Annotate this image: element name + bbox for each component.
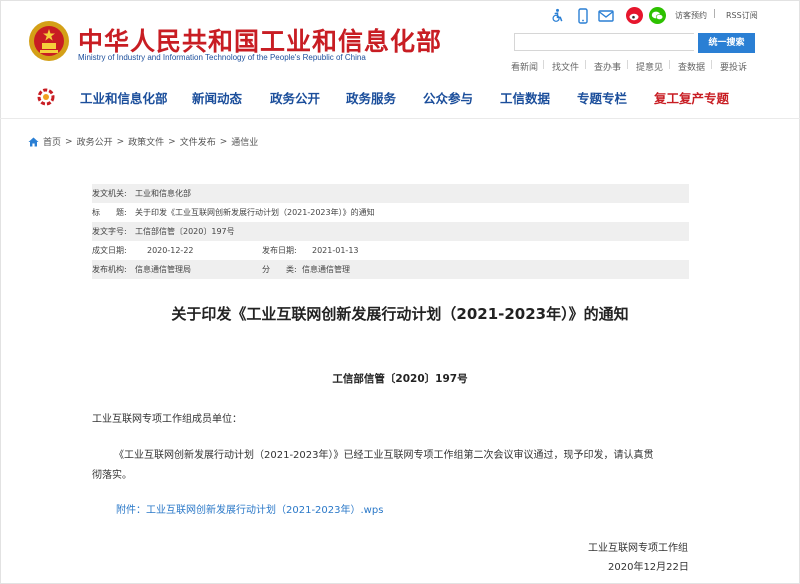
- nav-item-resumption-topic[interactable]: 复工复产专题: [654, 88, 729, 107]
- breadcrumb: 首页 > 政务公开 > 政策文件 > 文件发布 > 通信业: [28, 135, 262, 148]
- meta-doc-no-value: 工信部信管〔2020〕197号: [135, 227, 235, 236]
- document-body-line1: 《工业互联网创新发展行动计划（2021-2023年）》已经工业互联网专项工作组第…: [114, 450, 654, 461]
- meta-published-value: 2021-01-13: [312, 246, 359, 255]
- meta-created-value: 2020-12-22: [147, 246, 194, 255]
- mail-icon[interactable]: [598, 9, 614, 23]
- national-emblem-icon[interactable]: [28, 20, 70, 62]
- meta-org-label: 发布机构:: [92, 265, 127, 274]
- breadcrumb-separator: >: [65, 136, 73, 147]
- quick-link-news[interactable]: 看新闻: [511, 60, 538, 73]
- search-input[interactable]: [514, 33, 694, 51]
- breadcrumb-policy-files[interactable]: 政策文件: [128, 135, 164, 148]
- meta-created-label: 成文日期:: [92, 246, 127, 255]
- meta-title-value: 关于印发《工业互联网创新发展行动计划（2021-2023年）》的通知: [135, 208, 375, 217]
- nav-item-news[interactable]: 新闻动态: [192, 88, 242, 107]
- meta-row-org: 发布机构: 信息通信管理局 分 类: 信息通信管理: [92, 260, 689, 279]
- breadcrumb-telecom[interactable]: 通信业: [231, 135, 258, 148]
- nav-item-gov-services[interactable]: 政务服务: [346, 88, 396, 107]
- quick-link-files[interactable]: 找文件: [552, 60, 579, 73]
- meta-org-value: 信息通信管理局: [135, 265, 191, 274]
- breadcrumb-gov-affairs[interactable]: 政务公开: [77, 135, 113, 148]
- meta-issuer-label: 发文机关:: [92, 189, 127, 198]
- ministry-logo-icon[interactable]: [36, 88, 56, 106]
- quick-link-services[interactable]: 查办事: [594, 60, 621, 73]
- meta-title-label: 标 题:: [92, 208, 127, 217]
- document-title: 关于印发《工业互联网创新发展行动计划（2021-2023年）》的通知: [171, 305, 629, 323]
- meta-issuer-value: 工业和信息化部: [135, 189, 191, 198]
- quick-link-separator: |: [626, 60, 630, 70]
- nav-item-public-participation[interactable]: 公众参与: [423, 88, 473, 107]
- rss-link[interactable]: RSS订阅: [726, 10, 758, 21]
- util-separator: |: [713, 9, 717, 19]
- quick-link-separator: |: [584, 60, 588, 70]
- document-date: 2020年12月22日: [608, 562, 689, 573]
- meta-row-doc-no: 发文字号: 工信部信管〔2020〕197号: [92, 222, 689, 241]
- document-salutation: 工业互联网专项工作组成员单位：: [92, 414, 242, 425]
- quick-link-data[interactable]: 查数据: [678, 60, 705, 73]
- meta-row-dates: 成文日期: 2020-12-22 发布日期: 2021-01-13: [92, 241, 689, 260]
- nav-item-data[interactable]: 工信数据: [500, 88, 550, 107]
- quick-link-complaint[interactable]: 要投诉: [720, 60, 747, 73]
- breadcrumb-separator: >: [116, 136, 125, 147]
- search-button[interactable]: 统一搜索: [698, 33, 755, 53]
- weibo-icon[interactable]: [626, 7, 643, 24]
- nav-divider: [0, 118, 800, 119]
- quick-link-separator: |: [710, 60, 714, 70]
- meta-row-title: 标 题: 关于印发《工业互联网创新发展行动计划（2021-2023年）》的通知: [92, 203, 689, 222]
- breadcrumb-file-release[interactable]: 文件发布: [180, 135, 216, 148]
- meta-published-label: 发布日期:: [262, 246, 297, 255]
- mobile-icon[interactable]: [576, 8, 590, 24]
- document-number: 工信部信管〔2020〕197号: [332, 373, 468, 385]
- attachment-link[interactable]: 附件：工业互联网创新发展行动计划（2021-2023年）.wps: [116, 501, 383, 516]
- accessibility-icon[interactable]: [550, 8, 565, 23]
- meta-category-value: 信息通信管理: [302, 265, 350, 274]
- wechat-icon[interactable]: [649, 7, 666, 24]
- quick-link-separator: |: [542, 60, 546, 70]
- nav-item-special-topics[interactable]: 专题专栏: [577, 88, 627, 107]
- site-subtitle: Ministry of Industry and Information Tec…: [78, 53, 366, 62]
- meta-category-label: 分 类:: [262, 265, 297, 274]
- meta-doc-no-label: 发文字号:: [92, 227, 127, 236]
- meta-row-issuer: 发文机关: 工业和信息化部: [92, 184, 689, 203]
- breadcrumb-separator: >: [168, 136, 176, 147]
- home-icon[interactable]: [28, 137, 39, 147]
- nav-item-ministry[interactable]: 工业和信息化部: [80, 88, 168, 107]
- breadcrumb-separator: >: [219, 136, 228, 147]
- document-body-line2: 彻落实。: [92, 470, 132, 481]
- breadcrumb-home[interactable]: 首页: [43, 135, 61, 148]
- document-meta-table: 发文机关: 工业和信息化部 标 题: 关于印发《工业互联网创新发展行动计划（20…: [92, 184, 689, 279]
- quick-link-separator: |: [668, 60, 672, 70]
- quick-link-feedback[interactable]: 提意见: [636, 60, 663, 73]
- visitor-appointment-link[interactable]: 访客预约: [675, 10, 707, 21]
- document-signature: 工业互联网专项工作组: [588, 543, 688, 554]
- nav-item-gov-affairs[interactable]: 政务公开: [270, 88, 320, 107]
